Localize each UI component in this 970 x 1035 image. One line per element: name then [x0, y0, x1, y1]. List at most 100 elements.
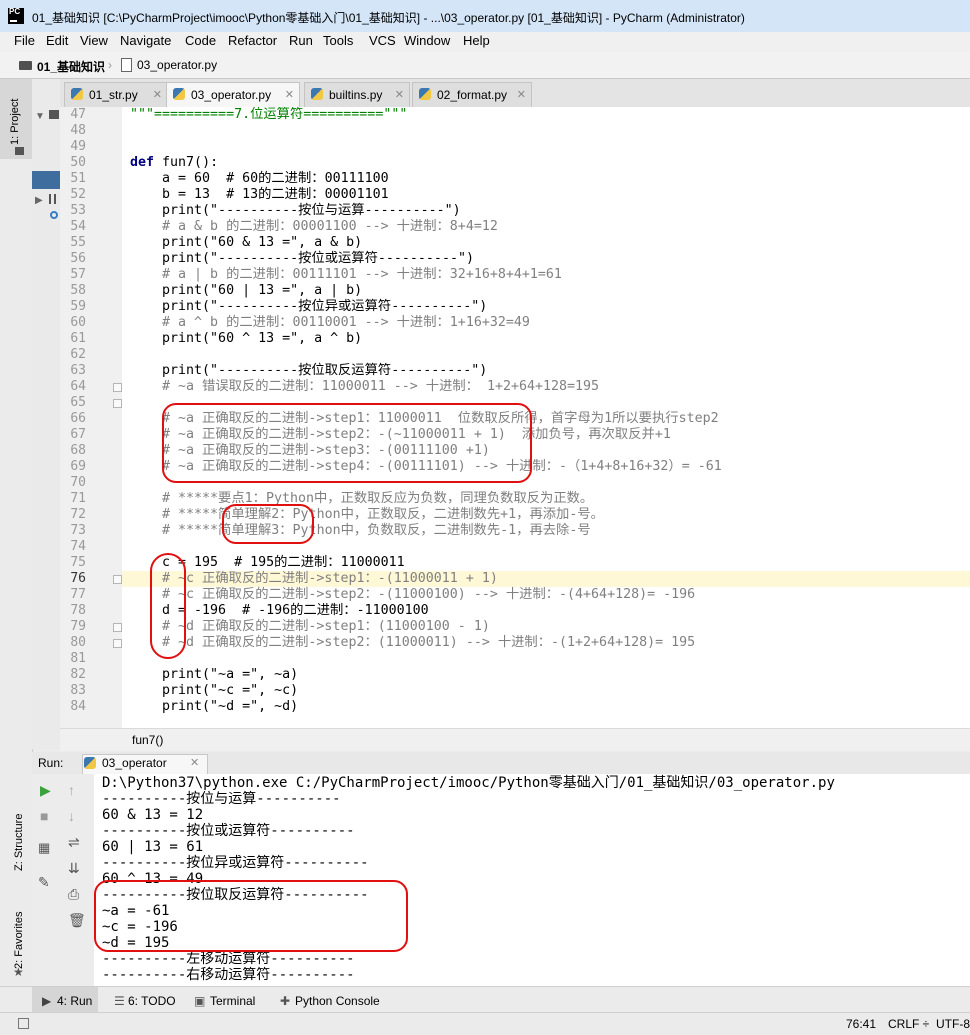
- line-number: 53: [70, 203, 86, 218]
- menu-file[interactable]: File: [14, 33, 35, 48]
- run-panel-header: Run: 03_operator ✕: [32, 752, 970, 775]
- selected-tree-row[interactable]: [32, 171, 60, 189]
- fold-marker-icon[interactable]: [113, 383, 122, 392]
- file-encoding[interactable]: UTF-8: [936, 1017, 970, 1031]
- line-number: 81: [70, 651, 86, 666]
- line-number: 79: [70, 619, 86, 634]
- function-signature: fun7():: [154, 155, 219, 170]
- tab-label: builtins.py: [329, 88, 383, 102]
- library-icon: [49, 194, 56, 204]
- line-number: 50: [70, 155, 86, 170]
- menu-view[interactable]: View: [80, 33, 108, 48]
- run-console[interactable]: D:\Python37\python.exe C:/PyCharmProject…: [94, 774, 970, 986]
- line-number-current: 76: [70, 571, 86, 586]
- menu-refactor[interactable]: Refactor: [228, 33, 277, 48]
- navigation-bar: 01_基础知识 › 03_operator.py: [0, 52, 970, 79]
- menu-edit[interactable]: Edit: [46, 33, 68, 48]
- editor-breadcrumb[interactable]: fun7(): [132, 733, 163, 747]
- line-number: 72: [70, 507, 86, 522]
- print-icon[interactable]: ⎙: [68, 886, 79, 903]
- close-icon[interactable]: ✕: [153, 83, 162, 107]
- close-icon[interactable]: ✕: [190, 756, 199, 769]
- run-tab-label[interactable]: 4: Run: [57, 994, 92, 1008]
- line-number: 69: [70, 459, 86, 474]
- scroll-to-end-icon[interactable]: ⇊: [68, 860, 80, 877]
- line-number: 59: [70, 299, 86, 314]
- line-number: 74: [70, 539, 86, 554]
- close-icon[interactable]: ✕: [517, 83, 526, 107]
- line-number: 83: [70, 683, 86, 698]
- status-bar: 76:41 CRLF ÷ UTF-8: [0, 1012, 970, 1035]
- tool-windows-icon[interactable]: [18, 1018, 29, 1029]
- code-line: print("60 & 13 =", a & b): [130, 235, 363, 250]
- menu-help[interactable]: Help: [463, 33, 490, 48]
- code-line: """==========7.位运算符==========""": [130, 107, 408, 122]
- caret-position[interactable]: 76:41: [846, 1017, 876, 1031]
- tab-03-operator[interactable]: 03_operator.py ✕: [166, 82, 300, 107]
- pin-icon[interactable]: ✎: [38, 874, 50, 891]
- up-arrow-icon[interactable]: ↑: [68, 782, 75, 798]
- breadcrumb-folder[interactable]: 01_基础知识: [37, 58, 105, 75]
- folder-icon: [19, 61, 32, 70]
- module-folder-icon: [49, 110, 59, 119]
- python-console-tab-label[interactable]: Python Console: [295, 994, 380, 1008]
- console-line: ----------按位与运算----------: [102, 791, 341, 807]
- todo-tab-label[interactable]: 6: TODO: [128, 994, 176, 1008]
- menu-navigate[interactable]: Navigate: [120, 33, 171, 48]
- down-arrow-icon[interactable]: ↓: [68, 808, 75, 824]
- menu-run[interactable]: Run: [289, 33, 313, 48]
- line-number: 68: [70, 443, 86, 458]
- tab-builtins[interactable]: builtins.py ✕: [304, 82, 410, 107]
- close-icon[interactable]: ✕: [395, 83, 404, 107]
- structure-tool-label[interactable]: Z: Structure: [13, 814, 25, 871]
- trash-icon[interactable]: 🗑: [68, 912, 86, 929]
- soft-wrap-icon[interactable]: ⇌: [68, 834, 80, 851]
- menu-tools[interactable]: Tools: [323, 33, 353, 48]
- fold-marker-icon[interactable]: [113, 399, 122, 408]
- terminal-tab-label[interactable]: Terminal: [210, 994, 255, 1008]
- breadcrumb-file[interactable]: 03_operator.py: [137, 58, 217, 72]
- line-number: 80: [70, 635, 86, 650]
- code-editor[interactable]: """==========7.位运算符==========""" def fun…: [122, 107, 970, 737]
- line-number: 63: [70, 363, 86, 378]
- code-comment: # a ^ b 的二进制：00110001 --> 十进制：1+16+32=49: [130, 315, 530, 330]
- fold-marker-icon[interactable]: [113, 639, 122, 648]
- run-label: Run:: [38, 756, 64, 770]
- line-number: 70: [70, 475, 86, 490]
- line-number: 73: [70, 523, 86, 538]
- line-number: 52: [70, 187, 86, 202]
- project-tool-label[interactable]: 1: Project: [9, 99, 21, 145]
- menu-code[interactable]: Code: [185, 33, 216, 48]
- code-line: print("~a =", ~a): [130, 667, 299, 682]
- layout-icon[interactable]: ▦: [38, 840, 50, 856]
- line-number: 60: [70, 315, 86, 330]
- close-icon[interactable]: ✕: [285, 83, 294, 107]
- favorites-tool-label[interactable]: 2: Favorites: [13, 912, 25, 969]
- menu-window[interactable]: Window: [404, 33, 450, 48]
- console-line: ----------按位异或运算符----------: [102, 855, 369, 871]
- console-line: ----------左移动运算符----------: [102, 951, 355, 967]
- line-number: 55: [70, 235, 86, 250]
- tab-01-str[interactable]: 01_str.py ✕: [64, 82, 168, 107]
- code-comment: # ~a 错误取反的二进制：11000011 --> 十进制： 1+2+64+1…: [130, 379, 600, 394]
- tab-02-format[interactable]: 02_format.py ✕: [412, 82, 532, 107]
- terminal-icon: ▣: [194, 994, 206, 1008]
- tab-label: 03_operator.py: [191, 88, 272, 102]
- collapse-arrow-icon[interactable]: ▶: [35, 195, 43, 206]
- python-file-icon: [121, 58, 132, 72]
- line-number: 51: [70, 171, 86, 186]
- expand-arrow-icon[interactable]: ▼: [35, 111, 45, 122]
- line-number: 71: [70, 491, 86, 506]
- run-config-name[interactable]: 03_operator: [102, 756, 167, 770]
- menu-vcs[interactable]: VCS: [369, 33, 396, 48]
- menu-bar: File Edit View Navigate Code Refactor Ru…: [0, 32, 970, 52]
- code-line: print("----------按位异或运算符----------"): [130, 299, 488, 314]
- fold-marker-icon[interactable]: [113, 623, 122, 632]
- title-bar: PC 01_基础知识 [C:\PyCharmProject\imooc\Pyth…: [0, 0, 970, 33]
- code-comment: # *****简单理解2：Python中，正数取反，二进制数先+1，再添加-号。: [130, 507, 604, 522]
- fold-marker-icon[interactable]: [113, 575, 122, 584]
- line-separator[interactable]: CRLF ÷: [888, 1017, 929, 1031]
- run-icon[interactable]: ▶: [40, 782, 51, 799]
- stop-icon[interactable]: ■: [40, 808, 48, 824]
- project-panel: ▼ ▶: [32, 79, 61, 749]
